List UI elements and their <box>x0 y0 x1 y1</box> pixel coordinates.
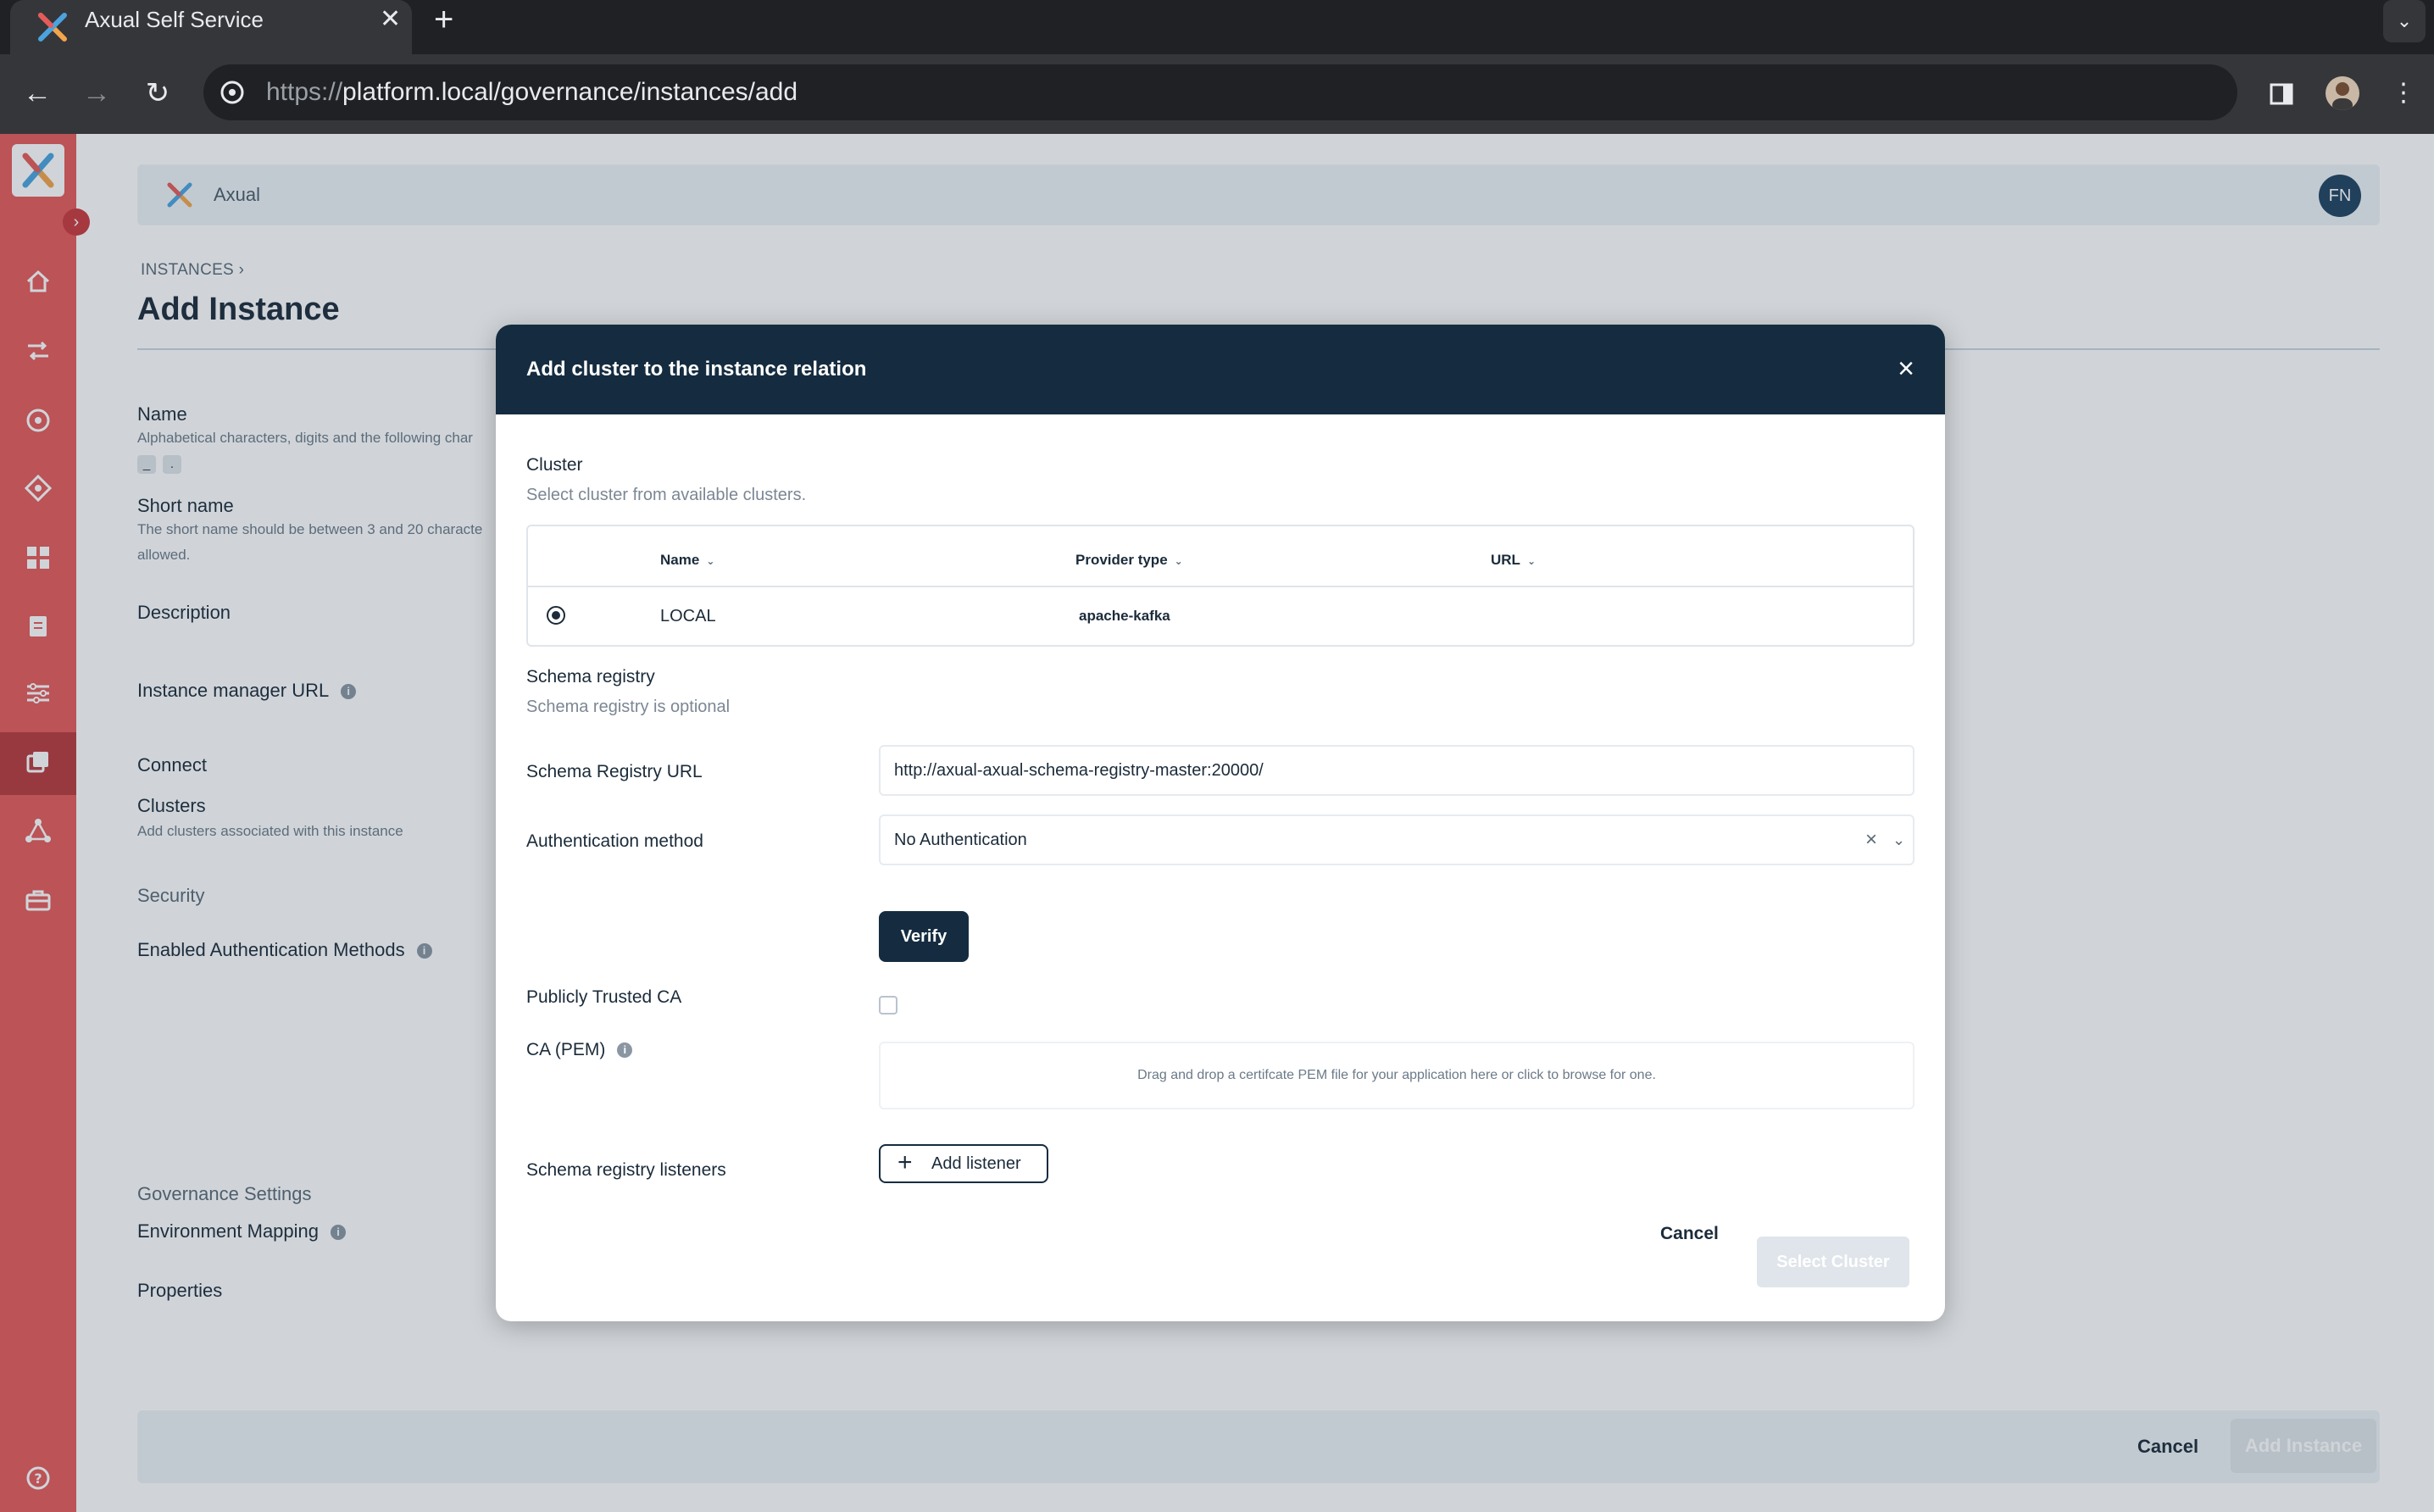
cluster-provider-type: apache-kafka <box>1079 608 1170 624</box>
column-header-name[interactable]: Name ⌄ <box>660 526 714 595</box>
cluster-help: Select cluster from available clusters. <box>526 486 807 504</box>
column-header-url[interactable]: URL ⌄ <box>1491 526 1536 595</box>
close-icon[interactable]: × <box>1891 353 1921 384</box>
browser-tab[interactable]: Axual Self Service ✕ <box>10 0 412 54</box>
plus-icon: + <box>897 1148 913 1176</box>
browser-tabstrip: Axual Self Service ✕ + ⌄ <box>0 0 2434 54</box>
modal-title: Add cluster to the instance relation <box>526 358 867 381</box>
new-tab-icon[interactable]: + <box>434 2 453 37</box>
cluster-label: Cluster <box>526 455 583 475</box>
info-icon[interactable]: i <box>617 1042 633 1059</box>
verify-button[interactable]: Verify <box>879 911 969 962</box>
select-cluster-button[interactable]: Select Cluster <box>1757 1237 1909 1287</box>
publicly-trusted-ca-label: Publicly Trusted CA <box>526 987 682 1007</box>
ca-pem-label: CA (PEM) i <box>526 1040 633 1060</box>
site-info-icon[interactable] <box>219 79 246 106</box>
add-listener-button[interactable]: + Add listener <box>879 1144 1048 1183</box>
back-arrow-icon[interactable]: ← <box>17 73 58 114</box>
modal-cancel-button[interactable]: Cancel <box>1660 1215 1719 1254</box>
auth-method-value: No Authentication <box>894 831 1027 849</box>
chevron-down-icon[interactable]: ⌄ <box>1892 816 1905 864</box>
address-bar[interactable]: https://platform.local/governance/instan… <box>203 64 2237 120</box>
browser-profile-avatar[interactable] <box>2326 76 2359 110</box>
auth-method-label: Authentication method <box>526 831 703 851</box>
clear-icon[interactable]: × <box>1865 816 1877 864</box>
cluster-name: LOCAL <box>660 607 716 625</box>
url-text: https://platform.local/governance/instan… <box>266 78 798 106</box>
schema-registry-url-input[interactable]: http://axual-axual-schema-registry-maste… <box>879 745 1914 796</box>
side-panel-icon[interactable] <box>2261 73 2302 114</box>
listeners-label: Schema registry listeners <box>526 1160 726 1180</box>
auth-method-select[interactable]: No Authentication × ⌄ <box>879 814 1914 865</box>
table-header: Name ⌄ Provider type ⌄ URL ⌄ <box>528 526 1913 587</box>
modal-header: Add cluster to the instance relation × <box>496 325 1945 414</box>
schema-registry-url-label: Schema Registry URL <box>526 762 703 781</box>
cluster-radio-selected[interactable] <box>547 606 565 625</box>
table-row[interactable]: LOCAL apache-kafka <box>528 589 1913 647</box>
column-header-provider-type[interactable]: Provider type ⌄ <box>1075 526 1183 595</box>
tab-search-chevron-icon[interactable]: ⌄ <box>2383 0 2426 42</box>
tab-close-icon[interactable]: ✕ <box>380 5 401 34</box>
sort-chevron-icon: ⌄ <box>706 555 715 567</box>
cluster-table: Name ⌄ Provider type ⌄ URL ⌄ LOCAL apache-k… <box>526 525 1914 647</box>
forward-arrow-icon[interactable]: → <box>76 73 117 114</box>
schema-registry-help: Schema registry is optional <box>526 698 731 716</box>
add-cluster-modal: Add cluster to the instance relation × C… <box>496 325 1945 1321</box>
ca-pem-dropzone[interactable]: Drag and drop a certifcate PEM file for … <box>879 1042 1914 1109</box>
reload-icon[interactable]: ↻ <box>137 73 178 114</box>
tab-title: Axual Self Service <box>85 7 264 32</box>
axual-favicon-icon <box>38 13 67 42</box>
sort-chevron-icon: ⌄ <box>1174 555 1183 567</box>
publicly-trusted-ca-checkbox[interactable] <box>879 996 897 1014</box>
schema-registry-label: Schema registry <box>526 667 655 687</box>
sort-chevron-icon: ⌄ <box>1526 555 1537 567</box>
add-listener-label: Add listener <box>931 1154 1021 1173</box>
browser-menu-icon[interactable]: ⋮ <box>2383 73 2424 114</box>
browser-toolbar: ← → ↻ https://platform.local/governance/… <box>0 54 2434 134</box>
